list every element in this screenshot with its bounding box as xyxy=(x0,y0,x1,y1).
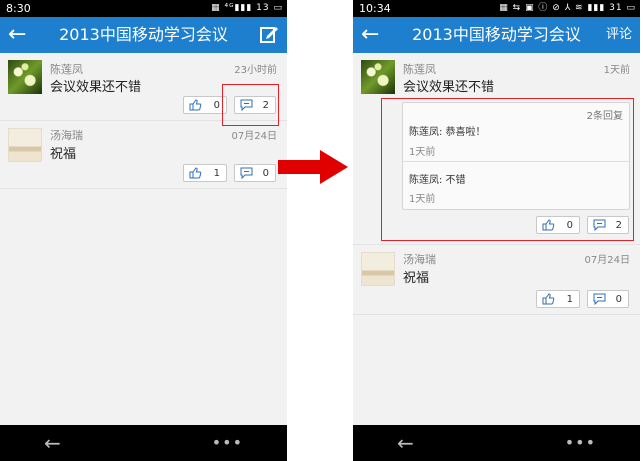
phone-screen-before: 8:30 ▦ ⁴ᴳ▮▮▮ 13 ▭ ← 2013中国移动学习会议 陈莲凤 23小… xyxy=(0,0,287,461)
post-text: 祝福 xyxy=(50,147,77,162)
highlight-box xyxy=(222,84,279,126)
app-bar: ← 2013中国移动学习会议 评论 xyxy=(353,17,640,53)
status-time: 10:34 xyxy=(359,2,391,15)
app-bar: ← 2013中国移动学习会议 xyxy=(0,17,287,53)
post-text: 祝福 xyxy=(403,271,430,286)
post-author: 汤海瑞 xyxy=(50,129,83,142)
comment-icon xyxy=(593,293,606,305)
highlight-box xyxy=(381,98,634,241)
status-icons: ▦ ⁴ᴳ▮▮▮ 13 ▭ xyxy=(211,3,283,13)
edit-icon[interactable] xyxy=(259,17,279,44)
like-button[interactable]: 1 xyxy=(183,164,227,182)
like-button[interactable]: 1 xyxy=(536,290,580,308)
comment-icon xyxy=(240,167,253,179)
post-time: 07月24日 xyxy=(584,255,630,266)
divider xyxy=(0,188,287,189)
like-button[interactable]: 0 xyxy=(183,96,227,114)
post-text: 会议效果还不错 xyxy=(403,80,495,95)
nav-back-icon[interactable]: ← xyxy=(44,425,61,461)
like-count: 0 xyxy=(213,100,220,111)
avatar[interactable] xyxy=(8,128,42,162)
post-item: 汤海瑞 07月24日 祝福 1 0 xyxy=(0,126,287,186)
page-title: 2013中国移动学习会议 xyxy=(59,25,228,44)
post-time: 1天前 xyxy=(603,65,630,76)
status-icons: ▦ ⇆ ▣ ⓘ ⊘ ⅄ ≋ ▮▮▮ 31 ▭ xyxy=(499,3,636,13)
status-time: 8:30 xyxy=(6,2,31,15)
divider xyxy=(353,244,640,245)
thumbs-up-icon xyxy=(189,99,202,111)
more-dots-icon[interactable]: ••• xyxy=(212,425,243,461)
nav-back-icon[interactable]: ← xyxy=(397,425,414,461)
system-nav-bar: ← ••• xyxy=(353,425,640,461)
page-title: 2013中国移动学习会议 xyxy=(412,25,581,44)
post-author: 汤海瑞 xyxy=(403,253,436,266)
post-item: 汤海瑞 07月24日 祝福 1 0 xyxy=(353,250,640,312)
comment-action-button[interactable]: 评论 xyxy=(606,17,632,53)
comment-count: 0 xyxy=(262,168,269,179)
avatar[interactable] xyxy=(361,252,395,286)
post-text: 会议效果还不错 xyxy=(50,80,142,95)
like-count: 1 xyxy=(213,168,220,179)
comment-count: 0 xyxy=(615,294,622,305)
thumbs-up-icon xyxy=(189,167,202,179)
post-time: 23小时前 xyxy=(234,65,277,76)
status-bar: 8:30 ▦ ⁴ᴳ▮▮▮ 13 ▭ xyxy=(0,0,287,17)
avatar[interactable] xyxy=(8,60,42,94)
comment-button[interactable]: 0 xyxy=(587,290,629,308)
post-author: 陈莲凤 xyxy=(403,63,436,76)
avatar[interactable] xyxy=(361,60,395,94)
thumbs-up-icon xyxy=(542,293,555,305)
transition-arrow-icon xyxy=(278,150,348,184)
more-dots-icon[interactable]: ••• xyxy=(565,425,596,461)
post-author: 陈莲凤 xyxy=(50,63,83,76)
post-time: 07月24日 xyxy=(231,131,277,142)
comment-button[interactable]: 0 xyxy=(234,164,276,182)
system-nav-bar: ← ••• xyxy=(0,425,287,461)
like-count: 1 xyxy=(566,294,573,305)
divider xyxy=(353,314,640,315)
status-bar: 10:34 ▦ ⇆ ▣ ⓘ ⊘ ⅄ ≋ ▮▮▮ 31 ▭ xyxy=(353,0,640,17)
